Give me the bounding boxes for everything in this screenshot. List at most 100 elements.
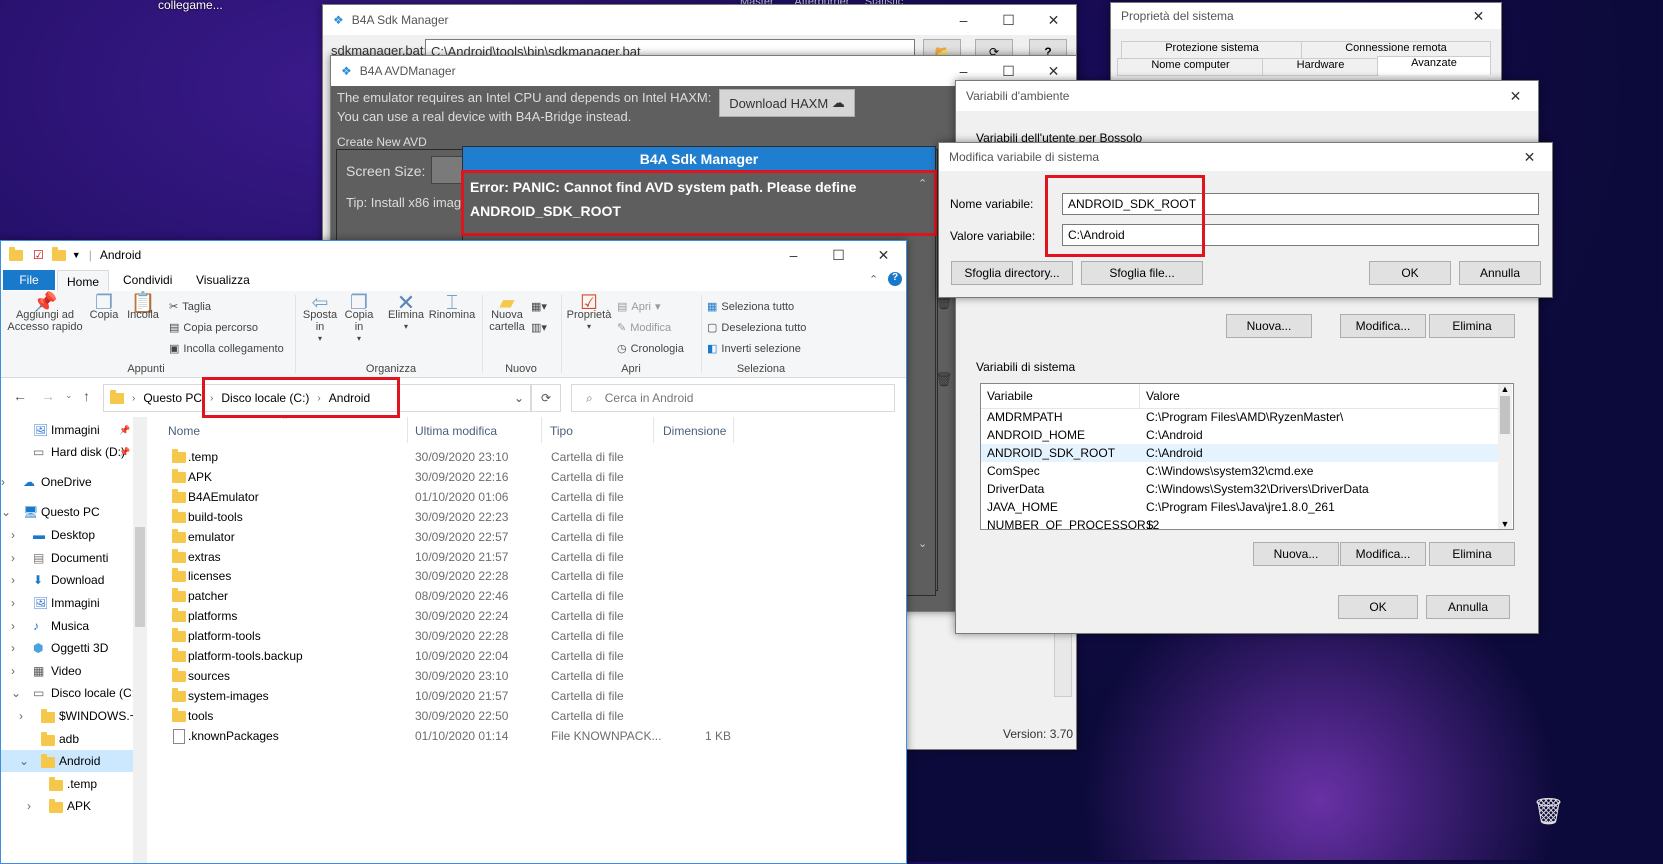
delete-avd-icon-2[interactable]: 🗑 — [935, 371, 953, 388]
nav-item[interactable]: › $WINDOWS.~B — [1, 705, 145, 727]
system-var-row[interactable]: DriverData C:\Windows\System32\Drivers\Dr… — [981, 480, 1501, 498]
tab-home[interactable]: Home — [57, 270, 109, 292]
address-dropdown-icon[interactable]: ⌄ — [514, 391, 524, 405]
close-button[interactable]: ✕ — [1456, 3, 1501, 29]
column-valore[interactable]: Valore — [1146, 389, 1180, 403]
nav-item[interactable]: ⌄ ▭ Disco locale (C:) — [1, 682, 139, 704]
properties-button[interactable]: ☑ Proprietà ▾ — [565, 293, 613, 333]
new-folder-button[interactable]: ▰ Nuova cartella — [487, 293, 527, 333]
minimize-button[interactable]: – — [771, 241, 816, 270]
nav-item[interactable]: ▭ Hard disk (D:) 📌 — [1, 441, 133, 463]
nav-item[interactable]: › APK — [1, 795, 133, 817]
system-var-row[interactable]: ComSpec C:\Windows\system32\cmd.exe — [981, 462, 1501, 480]
maximize-button[interactable]: ☐ — [816, 241, 861, 270]
invert-selection-button[interactable]: ◧ Inverti selezione — [707, 342, 801, 356]
refresh-icon[interactable]: ⟳ — [531, 384, 561, 412]
user-delete-button[interactable]: Elimina — [1429, 314, 1515, 338]
tab-avanzate[interactable]: Avanzate — [1377, 56, 1491, 75]
browse-directory-button[interactable]: Sfoglia directory... — [951, 261, 1073, 285]
file-row[interactable]: patcher 08/09/2020 22:46 Cartella di file — [161, 586, 761, 606]
expand-chevron-icon[interactable]: › — [11, 619, 15, 633]
system-vars-table[interactable]: Variabile Valore AMDRMPATH C:\Program Fil… — [980, 383, 1514, 530]
file-row[interactable]: .knownPackages 01/10/2020 01:14 File KNOWN… — [161, 726, 761, 746]
expand-chevron-icon[interactable]: › — [19, 709, 23, 723]
system-new-button[interactable]: Nuova... — [1253, 542, 1339, 566]
system-delete-button[interactable]: Elimina — [1429, 542, 1515, 566]
file-row[interactable]: .temp 30/09/2020 23:10 Cartella di file — [161, 447, 761, 467]
nav-pane-scrollbar[interactable] — [133, 417, 147, 863]
new-folder-quick-icon[interactable] — [51, 246, 66, 261]
nav-item[interactable]: adb — [1, 728, 133, 750]
expand-chevron-icon[interactable]: › — [11, 596, 15, 610]
file-row[interactable]: build-tools 30/09/2020 22:23 Cartella di f… — [161, 507, 761, 527]
new-item-button[interactable]: ▦▾ — [531, 300, 547, 313]
quick-access-dropdown-icon[interactable]: ▼ — [72, 250, 81, 260]
file-row[interactable]: tools 30/09/2020 22:50 Cartella di file — [161, 706, 761, 726]
edit-ok-button[interactable]: OK — [1369, 261, 1451, 285]
edit-cancel-button[interactable]: Annulla — [1459, 261, 1541, 285]
open-button[interactable]: ▤ Apri ▾ — [617, 300, 661, 314]
nav-item[interactable]: › ▬ Desktop — [1, 524, 133, 546]
system-var-row[interactable]: NUMBER_OF_PROCESSORS 12 — [981, 516, 1501, 529]
paste-button[interactable]: 📋 Incolla — [125, 293, 161, 321]
cut-button[interactable]: ✂ Taglia — [169, 300, 211, 314]
history-button[interactable]: ◷ Cronologia — [617, 342, 684, 356]
tab-nome-computer[interactable]: Nome computer — [1117, 58, 1264, 76]
collapse-chevron-icon[interactable]: ⌄ — [1, 505, 11, 519]
expand-chevron-icon[interactable]: › — [11, 573, 15, 587]
error-scroll-down-icon[interactable]: ⌄ — [918, 537, 927, 550]
tab-protezione-sistema[interactable]: Protezione sistema — [1121, 41, 1303, 59]
close-button[interactable]: ✕ — [1507, 143, 1552, 171]
copy-to-button[interactable]: ❐ Copia in ▾ — [341, 293, 377, 345]
nav-item[interactable]: › 🖼 Immagini — [1, 592, 133, 614]
forward-arrow-icon[interactable]: → — [41, 388, 55, 404]
column-ultima-modifica[interactable]: Ultima modifica — [415, 424, 497, 438]
user-new-button[interactable]: Nuova... — [1226, 314, 1312, 338]
nav-item[interactable]: ⌄ 🖥 Questo PC — [1, 501, 133, 523]
search-box[interactable]: ⌕ Cerca in Android — [571, 384, 895, 412]
nav-item[interactable]: › ▤ Documenti — [1, 547, 133, 569]
maximize-button[interactable]: ☐ — [986, 5, 1031, 35]
file-row[interactable]: system-images 10/09/2020 21:57 Cartella di… — [161, 686, 761, 706]
system-edit-button[interactable]: Modifica... — [1340, 542, 1426, 566]
expand-chevron-icon[interactable]: › — [11, 551, 15, 565]
nav-item[interactable]: › ♪ Musica — [1, 615, 133, 637]
user-edit-button[interactable]: Modifica... — [1340, 314, 1426, 338]
deselect-all-button[interactable]: ▢ Deseleziona tutto — [707, 321, 806, 335]
system-var-row[interactable]: AMDRMPATH C:\Program Files\AMD\RyzenMaste… — [981, 408, 1501, 426]
file-row[interactable]: platform-tools.backup 10/09/2020 22:04 Car… — [161, 646, 761, 666]
edit-button[interactable]: ✎ Modifica — [617, 321, 671, 335]
nav-item[interactable]: › ☁ OneDrive — [1, 471, 133, 493]
move-to-button[interactable]: ⇦ Sposta in ▾ — [301, 293, 339, 345]
download-haxm-button[interactable]: Download HAXM ☁ — [719, 89, 855, 117]
delete-button[interactable]: ✕ Elimina ▾ — [386, 292, 426, 333]
tab-condividi[interactable]: Condividi — [123, 273, 172, 287]
file-row[interactable]: licenses 30/09/2020 22:28 Cartella di file — [161, 566, 761, 586]
copy-button[interactable]: ❐ Copia — [87, 293, 121, 321]
expand-chevron-icon[interactable]: › — [27, 799, 31, 813]
expand-chevron-icon[interactable]: › — [1, 475, 5, 489]
nav-item[interactable]: 🖼 Immagini 📌 — [1, 419, 133, 441]
file-row[interactable]: emulator 30/09/2020 22:57 Cartella di file — [161, 527, 761, 547]
tab-file[interactable]: File — [3, 270, 55, 290]
pin-quick-access-button[interactable]: 📌 Aggiungi ad Accesso rapido — [7, 293, 83, 333]
collapse-chevron-icon[interactable]: ⌄ — [19, 754, 29, 768]
paste-link-button[interactable]: ▣ Incolla collegamento — [169, 342, 284, 356]
close-button[interactable]: ✕ — [1031, 5, 1076, 35]
minimize-button[interactable]: – — [941, 5, 986, 35]
nav-item[interactable]: › ⬢ Oggetti 3D — [1, 637, 133, 659]
file-row[interactable]: platforms 30/09/2020 22:24 Cartella di fil… — [161, 606, 761, 626]
breadcrumb-questo-pc[interactable]: Questo PC — [143, 391, 202, 405]
nav-item[interactable]: .temp — [1, 773, 133, 795]
close-button[interactable]: ✕ — [861, 241, 906, 270]
file-row[interactable]: B4AEmulator 01/10/2020 01:06 Cartella di f… — [161, 487, 761, 507]
desktop-shortcut-label[interactable]: collegame... — [158, 0, 223, 12]
easy-access-button[interactable]: ▥▾ — [531, 321, 547, 334]
file-row[interactable]: platform-tools 30/09/2020 22:28 Cartella d… — [161, 626, 761, 646]
back-arrow-icon[interactable]: ← — [13, 388, 27, 404]
nav-item[interactable]: › ⬇ Download — [1, 569, 133, 591]
rename-button[interactable]: ⌶ Rinomina — [427, 293, 477, 321]
nav-item[interactable]: ⌄ Android — [1, 750, 133, 772]
expand-chevron-icon[interactable]: › — [11, 528, 15, 542]
expand-chevron-icon[interactable]: › — [11, 664, 15, 678]
